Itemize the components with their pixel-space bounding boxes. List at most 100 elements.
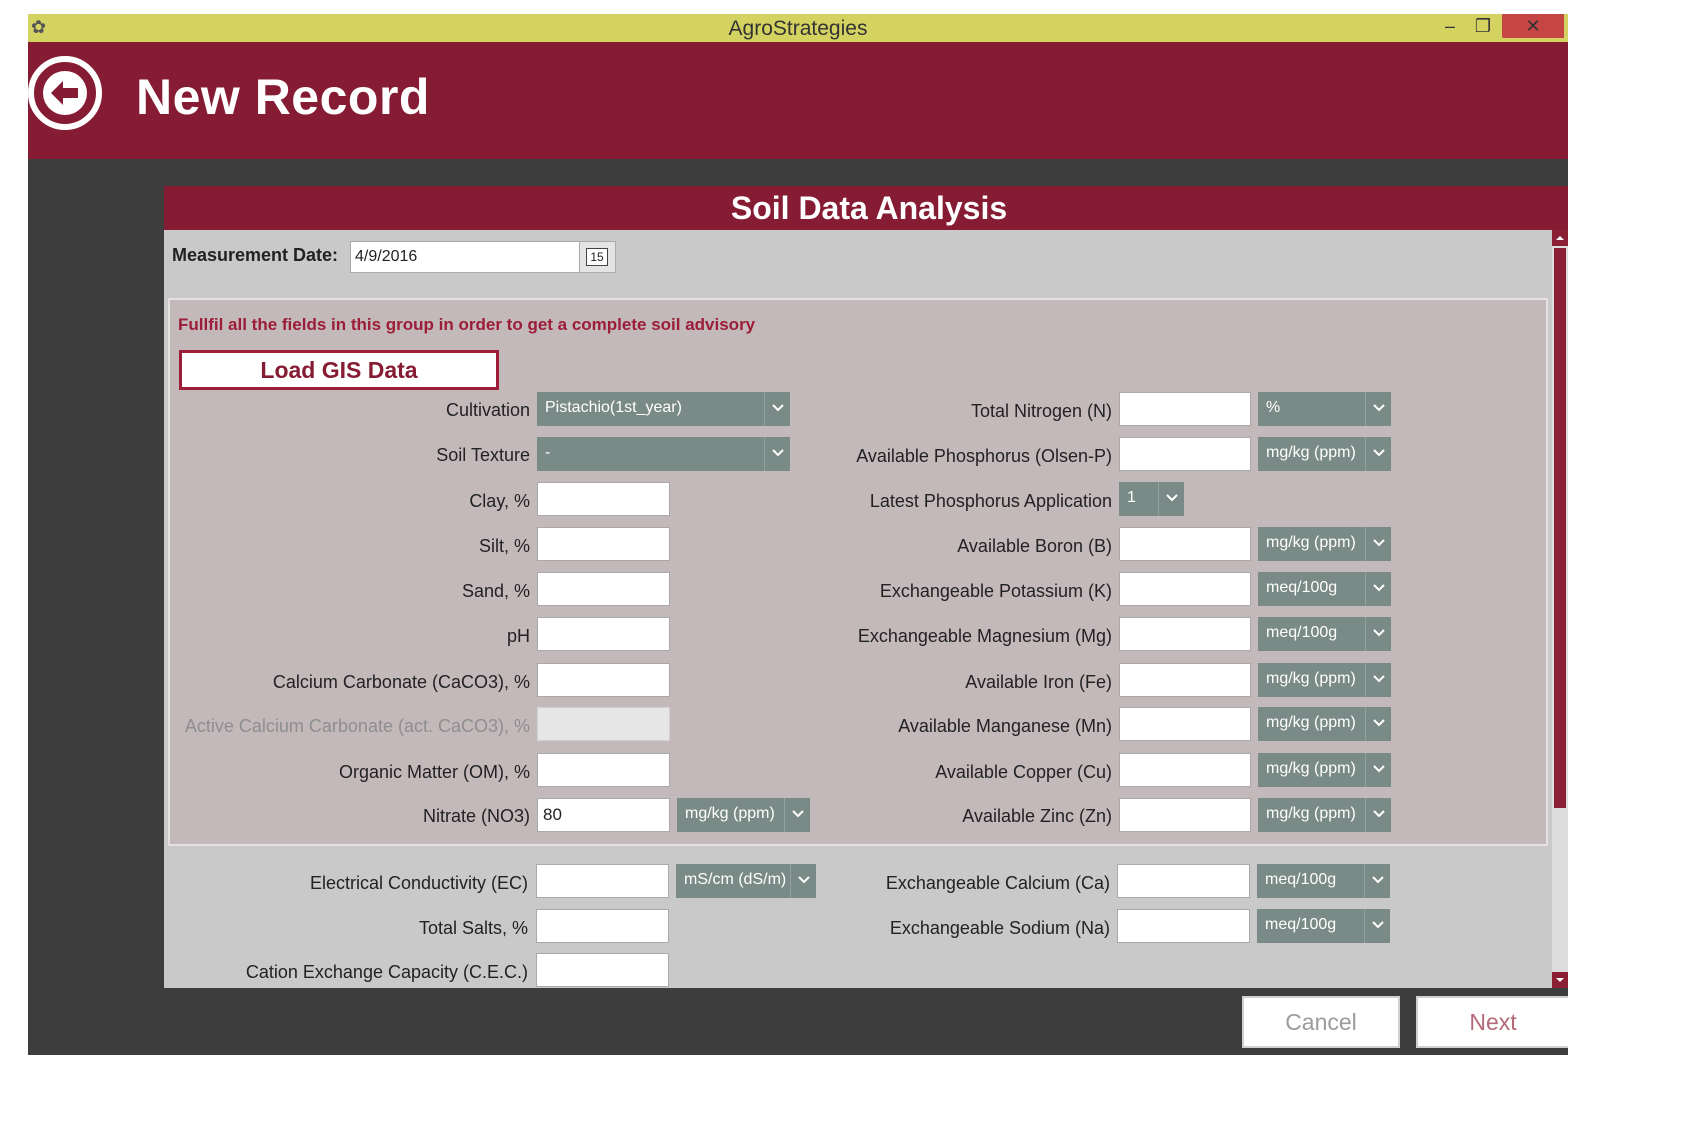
window-titlebar: ✿ AgroStrategies – ❐ ✕ <box>28 14 1568 42</box>
manganese-unit-value: mg/kg (ppm) <box>1266 714 1356 731</box>
chevron-down-icon <box>1365 753 1391 787</box>
total-nitrogen-unit-select[interactable]: % <box>1258 392 1391 426</box>
scroll-up-icon[interactable] <box>1552 230 1568 246</box>
nitrate-unit-value: mg/kg (ppm) <box>685 805 775 822</box>
soil-texture-select[interactable]: - <box>537 437 790 471</box>
calendar-button[interactable]: 15 <box>579 242 615 272</box>
chevron-down-icon <box>1364 909 1390 943</box>
chevron-down-icon <box>1365 663 1391 697</box>
measurement-date-label: Measurement Date: <box>172 245 339 265</box>
iron-unit-value: mg/kg (ppm) <box>1266 670 1356 687</box>
active-caco3-label: Active Calcium Carbonate (act. CaCO3), % <box>184 716 530 736</box>
calcium-unit-select[interactable]: meq/100g <box>1257 864 1390 898</box>
iron-input[interactable] <box>1119 663 1251 697</box>
manganese-input[interactable] <box>1119 707 1251 741</box>
iron-label: Available Iron (Fe) <box>965 672 1112 692</box>
scrollbar-thumb[interactable] <box>1554 248 1566 808</box>
total-salts-input[interactable] <box>536 909 669 943</box>
chevron-down-icon <box>1365 617 1391 651</box>
nitrate-unit-select[interactable]: mg/kg (ppm) <box>677 798 810 832</box>
copper-input[interactable] <box>1119 753 1251 787</box>
nitrate-label: Nitrate (NO3) <box>422 806 530 826</box>
magnesium-input[interactable] <box>1119 617 1251 651</box>
scroll-down-icon[interactable] <box>1552 972 1568 988</box>
boron-label: Available Boron (B) <box>957 536 1112 556</box>
chevron-down-icon <box>1364 864 1390 898</box>
page-header: New Record <box>28 42 1568 159</box>
magnesium-label: Exchangeable Magnesium (Mg) <box>857 626 1112 646</box>
copper-label: Available Copper (Cu) <box>935 762 1112 782</box>
latest-phosphorus-select[interactable]: 1 <box>1119 482 1184 516</box>
magnesium-unit-value: meq/100g <box>1266 624 1338 641</box>
chevron-down-icon <box>1365 392 1391 426</box>
nitrate-input[interactable] <box>537 798 670 832</box>
total-nitrogen-unit-value: % <box>1266 399 1281 416</box>
ec-unit-select[interactable]: mS/cm (dS/m) <box>676 864 816 898</box>
page-title: New Record <box>136 69 430 125</box>
phosphorus-unit-select[interactable]: mg/kg (ppm) <box>1258 437 1391 471</box>
silt-label: Silt, % <box>478 536 530 556</box>
magnesium-unit-select[interactable]: meq/100g <box>1258 617 1391 651</box>
back-button[interactable] <box>28 56 102 130</box>
active-caco3-input <box>537 707 670 741</box>
sand-label: Sand, % <box>461 581 530 601</box>
ph-label: pH <box>506 626 530 646</box>
iron-unit-select[interactable]: mg/kg (ppm) <box>1258 663 1391 697</box>
minimize-button[interactable]: – <box>1439 14 1461 38</box>
latest-phosphorus-label: Latest Phosphorus Application <box>869 491 1112 511</box>
cec-input[interactable] <box>536 953 669 987</box>
potassium-unit-select[interactable]: meq/100g <box>1258 572 1391 606</box>
organic-matter-input[interactable] <box>537 753 670 787</box>
chevron-down-icon <box>764 392 790 426</box>
silt-input[interactable] <box>537 527 670 561</box>
load-gis-data-button[interactable]: Load GIS Data <box>179 350 499 390</box>
ph-input[interactable] <box>537 617 670 651</box>
copper-unit-select[interactable]: mg/kg (ppm) <box>1258 753 1391 787</box>
total-nitrogen-input[interactable] <box>1119 392 1251 426</box>
sodium-input[interactable] <box>1117 909 1250 943</box>
sand-input[interactable] <box>537 572 670 606</box>
next-button[interactable]: Next <box>1416 996 1568 1048</box>
caco3-label: Calcium Carbonate (CaCO3), % <box>272 672 530 692</box>
phosphorus-label: Available Phosphorus (Olsen-P) <box>856 446 1112 466</box>
caco3-input[interactable] <box>537 663 670 697</box>
chevron-down-icon <box>790 864 816 898</box>
ec-unit-value: mS/cm (dS/m) <box>684 871 787 888</box>
latest-phosphorus-value: 1 <box>1127 489 1136 506</box>
calcium-unit-value: meq/100g <box>1265 871 1337 888</box>
close-button[interactable]: ✕ <box>1502 14 1564 38</box>
phosphorus-input[interactable] <box>1119 437 1251 471</box>
ec-input[interactable] <box>536 864 669 898</box>
sodium-unit-select[interactable]: meq/100g <box>1257 909 1390 943</box>
measurement-date-input[interactable] <box>355 248 575 266</box>
clay-input[interactable] <box>537 482 670 516</box>
soil-texture-value: - <box>545 444 551 461</box>
panel-title: Soil Data Analysis <box>730 190 1008 226</box>
calcium-label: Exchangeable Calcium (Ca) <box>885 873 1110 893</box>
potassium-label: Exchangeable Potassium (K) <box>879 581 1112 601</box>
calcium-input[interactable] <box>1117 864 1250 898</box>
manganese-unit-select[interactable]: mg/kg (ppm) <box>1258 707 1391 741</box>
chevron-down-icon <box>1365 798 1391 832</box>
chevron-down-icon <box>784 798 810 832</box>
maximize-button[interactable]: ❐ <box>1472 14 1494 38</box>
soil-data-panel: Soil Data Analysis Measurement Date: 15 … <box>164 186 1568 988</box>
measurement-date-picker[interactable]: 15 <box>350 241 616 273</box>
zinc-input[interactable] <box>1119 798 1251 832</box>
zinc-unit-select[interactable]: mg/kg (ppm) <box>1258 798 1391 832</box>
total-nitrogen-label: Total Nitrogen (N) <box>970 401 1112 421</box>
phosphorus-unit-value: mg/kg (ppm) <box>1266 444 1356 461</box>
sodium-label: Exchangeable Sodium (Na) <box>889 918 1110 938</box>
total-salts-label: Total Salts, % <box>418 918 528 938</box>
cultivation-select[interactable]: Pistachio(1st_year) <box>537 392 790 426</box>
boron-unit-select[interactable]: mg/kg (ppm) <box>1258 527 1391 561</box>
panel-scrollbar[interactable] <box>1552 230 1568 988</box>
potassium-unit-value: meq/100g <box>1266 579 1338 596</box>
zinc-unit-value: mg/kg (ppm) <box>1266 805 1356 822</box>
boron-input[interactable] <box>1119 527 1251 561</box>
boron-unit-value: mg/kg (ppm) <box>1266 534 1356 551</box>
cancel-button[interactable]: Cancel <box>1242 996 1400 1048</box>
potassium-input[interactable] <box>1119 572 1251 606</box>
sodium-unit-value: meq/100g <box>1265 916 1337 933</box>
chevron-down-icon <box>1365 527 1391 561</box>
